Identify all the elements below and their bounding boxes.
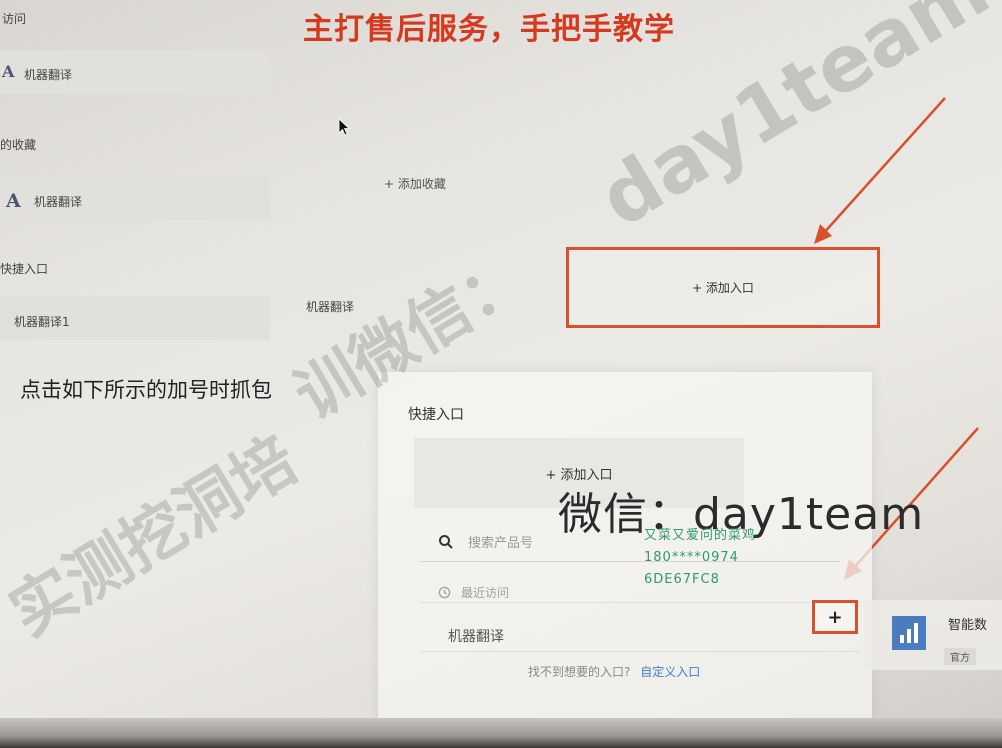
recent-visits-label: 最近访问: [438, 584, 509, 601]
mid-item-label: 机器翻译: [306, 300, 355, 314]
clock-icon: [438, 586, 451, 599]
monitor-bezel: [0, 718, 1002, 748]
add-shortcut-plus-button[interactable]: +: [812, 600, 858, 634]
watermark-text-3: 实测挖洞培: [0, 423, 311, 652]
product-card[interactable]: [864, 600, 1002, 670]
translate-logo-icon-2: A: [6, 190, 21, 212]
panel-footer: 找不到想要的入口? 自定义入口: [528, 663, 700, 680]
user-watermark-code: 6DE67FC8: [644, 572, 720, 587]
search-placeholder: 搜索产品号: [468, 536, 534, 551]
instruction-caption: 点击如下所示的加号时抓包: [20, 378, 272, 402]
chart-icon: [892, 616, 926, 650]
sidebar-recent-label: 访问: [2, 12, 27, 26]
sidebar-shortcuts-item[interactable]: 机器翻译1: [14, 313, 70, 330]
custom-entry-link[interactable]: 自定义入口: [640, 665, 700, 679]
cursor-icon: [338, 118, 351, 136]
panel-title: 快捷入口: [408, 407, 464, 423]
add-favorite-button[interactable]: + 添加收藏: [384, 175, 446, 192]
user-watermark-name: 又菜又爱问的菜鸡: [644, 528, 757, 543]
footer-text: 找不到想要的入口?: [528, 665, 631, 679]
promo-headline: 主打售后服务，手把手教学: [303, 12, 675, 47]
search-icon: [439, 534, 453, 549]
add-entry-button-highlighted[interactable]: + 添加入口: [566, 247, 880, 328]
list-item-label: 机器翻译: [448, 629, 504, 645]
user-watermark-phone: 180****0974: [644, 550, 739, 565]
product-card-title: 智能数: [948, 618, 988, 633]
translate-logo-icon: A: [2, 62, 15, 81]
product-card-badge: 官方: [944, 648, 976, 665]
recent-visits-text: 最近访问: [461, 586, 510, 600]
plus-icon: +: [827, 606, 843, 628]
sidebar-favorites-label: 的收藏: [0, 138, 37, 152]
sidebar-favorites-item[interactable]: 机器翻译: [34, 193, 82, 210]
sidebar-recent-item[interactable]: 机器翻译: [24, 66, 72, 83]
add-entry-label: + 添加入口: [692, 281, 754, 295]
sidebar-shortcuts-label: 快捷入口: [0, 262, 49, 276]
